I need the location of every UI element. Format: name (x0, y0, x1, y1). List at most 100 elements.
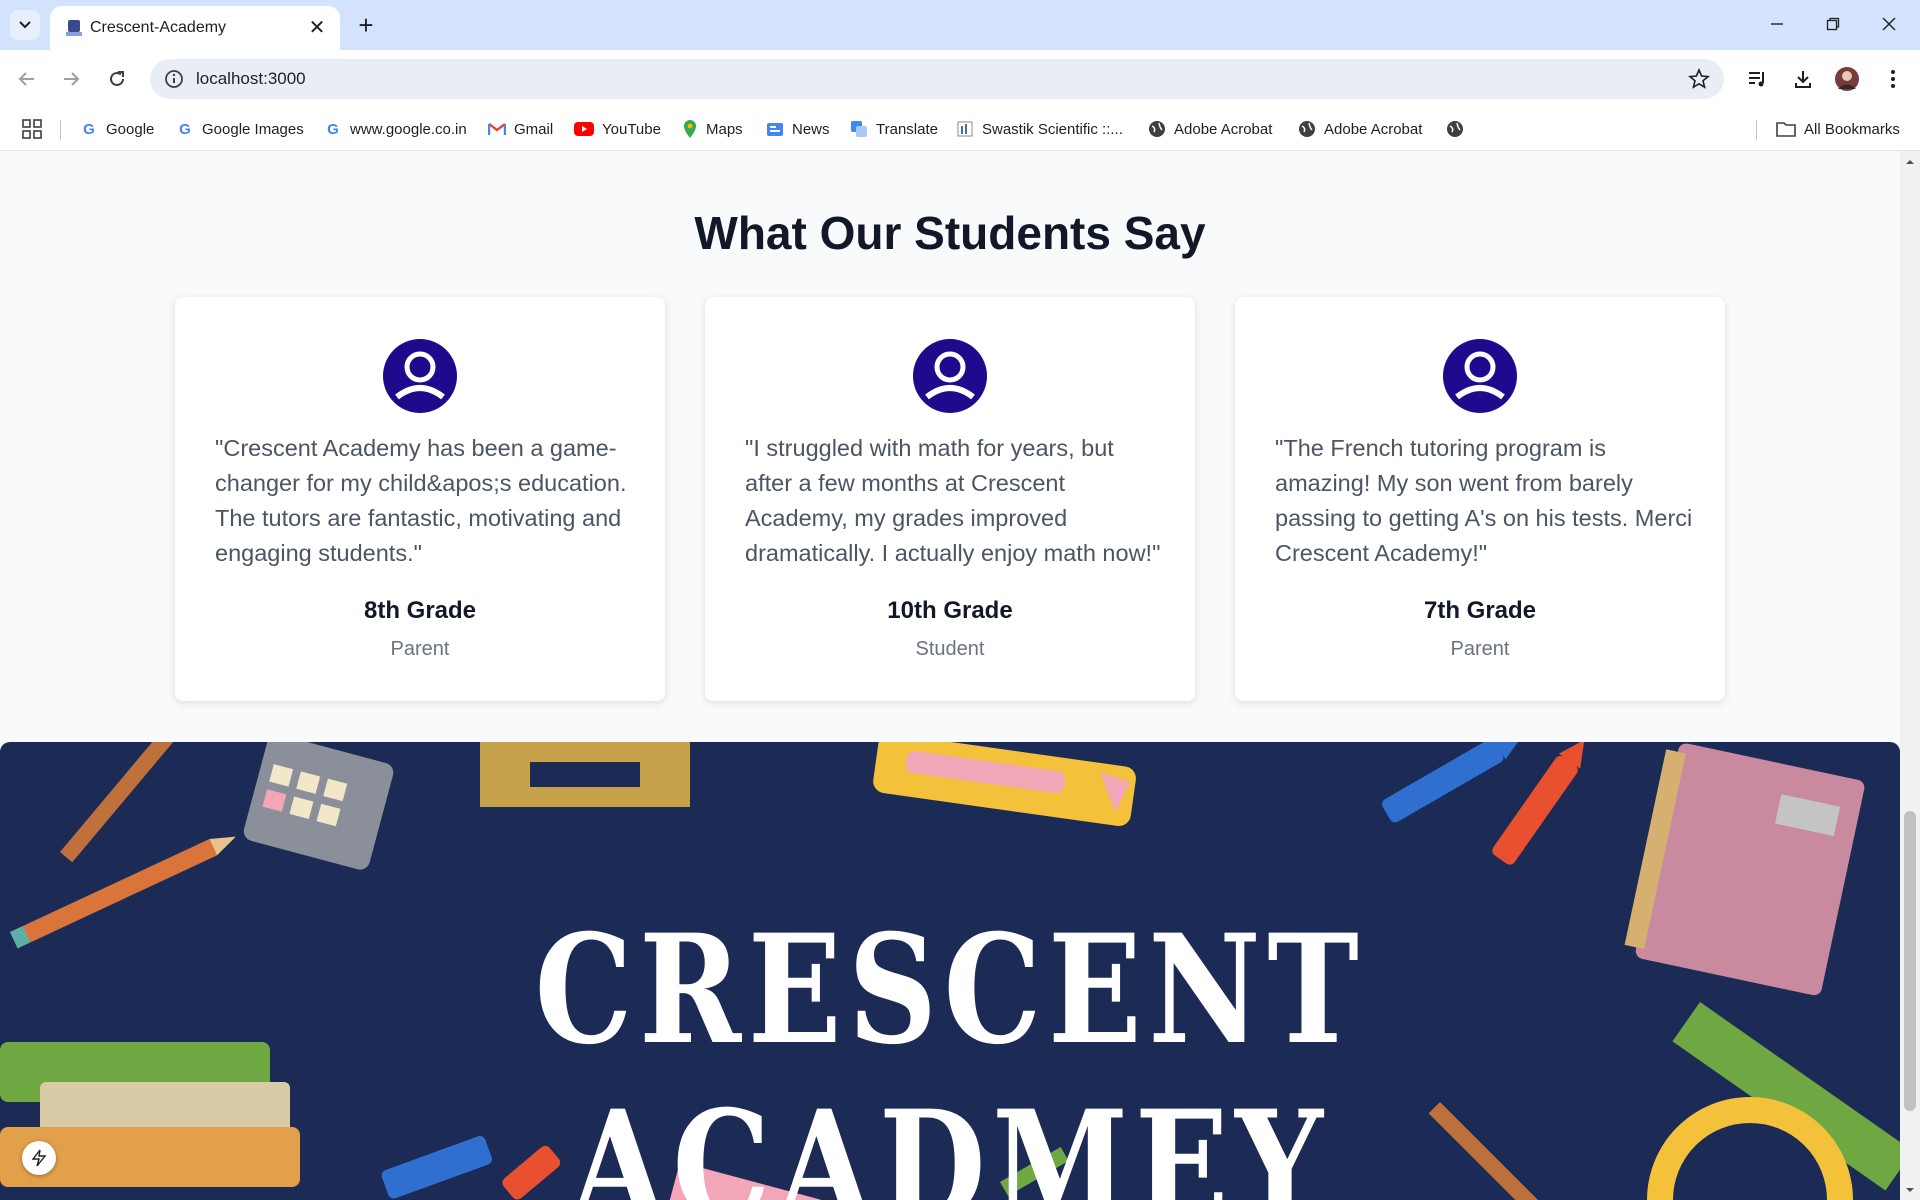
restore-icon (1826, 17, 1840, 31)
testimonial-grade: 8th Grade (363, 597, 477, 624)
bookmark-youtube[interactable]: YouTube (574, 118, 661, 140)
news-icon (767, 123, 783, 136)
bookmark-translate[interactable]: Translate (850, 118, 938, 140)
testimonial-card: "Crescent Academy has been a game-change… (175, 297, 665, 701)
testimonial-quote: "Crescent Academy has been a game-change… (215, 435, 627, 566)
bookmark-news[interactable]: News (766, 118, 830, 140)
gmail-icon (488, 123, 506, 135)
bookmark-label: Google (106, 120, 155, 138)
page-scrollbar[interactable] (1900, 151, 1920, 1200)
bookmark-gmail[interactable]: Gmail (488, 118, 553, 140)
tab-title: Crescent-Academy (90, 19, 227, 36)
testimonial-grade: 10th Grade (887, 597, 1013, 624)
bookmarks-bar: G Google G Google Images G www.google.co… (0, 108, 1920, 151)
tab-search-button[interactable] (10, 10, 40, 40)
testimonial-quote: "I struggled with math for years, but af… (745, 435, 1161, 566)
maps-icon (684, 120, 696, 138)
profile-avatar[interactable] (1832, 64, 1862, 94)
bookmark-label: Adobe Acrobat (1174, 120, 1273, 138)
bookmark-label: Gmail (514, 120, 554, 138)
testimonial-card: "I struggled with math for years, but af… (705, 297, 1195, 701)
user-avatar-icon (383, 339, 457, 413)
globe-icon (1447, 121, 1463, 137)
globe-icon (1149, 121, 1165, 137)
user-avatar-icon (913, 339, 987, 413)
more-vertical-icon (1891, 70, 1895, 88)
restore-button[interactable] (1810, 8, 1856, 40)
tab-strip: Crescent-Academy ✕ + (0, 0, 1920, 50)
bookmark-label: YouTube (602, 120, 661, 138)
bookmark-label: Google Images (202, 120, 304, 138)
media-queue-icon (1749, 72, 1764, 87)
downloads-button[interactable] (1788, 64, 1818, 94)
bookmark-label: Adobe Acrobat (1324, 120, 1423, 138)
close-icon (1882, 17, 1896, 31)
bookmark-maps[interactable]: Maps (682, 118, 743, 140)
testimonial-quote: "The French tutoring program is amazing!… (1275, 435, 1693, 566)
site-icon (957, 121, 973, 137)
media-controls-button[interactable] (1742, 64, 1772, 94)
academy-banner: CRESCENT ACADMEY (0, 742, 1900, 1200)
user-avatar-icon (1443, 339, 1517, 413)
bookmark-google[interactable]: G Google (80, 118, 154, 140)
all-bookmarks-button[interactable]: All Bookmarks (1776, 118, 1900, 140)
banner-title: CRESCENT ACADMEY (534, 902, 1366, 1200)
bookmark-google-co-in[interactable]: G www.google.co.in (324, 118, 467, 140)
address-bar[interactable]: localhost:3000 (150, 59, 1724, 99)
bookmark-label: Maps (706, 120, 743, 138)
bookmark-adobe-acrobat-1[interactable]: Adobe Acrobat (1148, 118, 1272, 140)
arrow-right-icon (64, 72, 80, 86)
back-button[interactable] (12, 64, 42, 94)
folder-icon (1776, 122, 1796, 137)
page-viewport: What Our Students Say "Crescent Academy … (0, 151, 1920, 1200)
minimize-button[interactable] (1754, 8, 1800, 40)
arrow-left-icon (18, 72, 34, 86)
testimonial-grade: 7th Grade (1423, 597, 1537, 624)
bookmark-label: www.google.co.in (350, 120, 467, 138)
info-icon[interactable] (164, 69, 184, 89)
scrollbar-thumb[interactable] (1904, 811, 1916, 1111)
close-window-button[interactable] (1866, 8, 1912, 40)
lightning-icon (31, 1149, 47, 1167)
bookmark-swastik[interactable]: Swastik Scientific ::... (956, 118, 1123, 140)
active-tab[interactable]: Crescent-Academy ✕ (50, 6, 340, 50)
download-icon (1795, 71, 1811, 88)
minimize-icon (1771, 23, 1783, 25)
bookmark-label: Swastik Scientific ::... (982, 120, 1123, 138)
bookmark-google-images[interactable]: G Google Images (176, 118, 304, 140)
bookmark-label: Translate (876, 120, 938, 138)
scroll-up-icon[interactable] (1905, 157, 1915, 167)
testimonial-role: Parent (1450, 638, 1510, 660)
bookmarks-divider (1756, 120, 1757, 140)
close-tab-icon[interactable]: ✕ (306, 16, 328, 39)
reload-button[interactable] (102, 64, 132, 94)
testimonial-card: "The French tutoring program is amazing!… (1235, 297, 1725, 701)
scroll-down-icon[interactable] (1905, 1185, 1915, 1195)
testimonials-title: What Our Students Say (694, 207, 1206, 259)
new-tab-button[interactable]: + (352, 10, 380, 40)
google-icon: G (83, 120, 95, 138)
bookmark-unnamed[interactable] (1446, 118, 1464, 140)
google-icon: G (179, 120, 191, 138)
bookmark-adobe-acrobat-2[interactable]: Adobe Acrobat (1298, 118, 1422, 140)
bookmarks-divider (60, 120, 61, 140)
testimonial-role: Parent (390, 638, 450, 660)
bookmark-star-icon[interactable] (1688, 68, 1710, 90)
forward-button[interactable] (56, 64, 86, 94)
all-bookmarks-label: All Bookmarks (1804, 120, 1900, 138)
browser-toolbar: localhost:3000 (0, 50, 1920, 108)
youtube-icon (574, 122, 594, 136)
google-icon: G (327, 120, 339, 138)
url-text[interactable]: localhost:3000 (196, 69, 306, 89)
testimonial-role: Student (915, 638, 985, 660)
chevron-down-icon (19, 21, 31, 29)
academy-favicon-icon (66, 20, 82, 36)
globe-icon (1299, 121, 1315, 137)
profile-picture-icon (1835, 67, 1859, 91)
bookmark-label: News (792, 120, 830, 138)
apps-button[interactable] (22, 118, 42, 140)
dev-tools-badge[interactable] (22, 1141, 56, 1175)
reload-icon (110, 71, 124, 86)
chrome-menu-button[interactable] (1878, 64, 1908, 94)
apps-grid-icon (22, 119, 42, 139)
